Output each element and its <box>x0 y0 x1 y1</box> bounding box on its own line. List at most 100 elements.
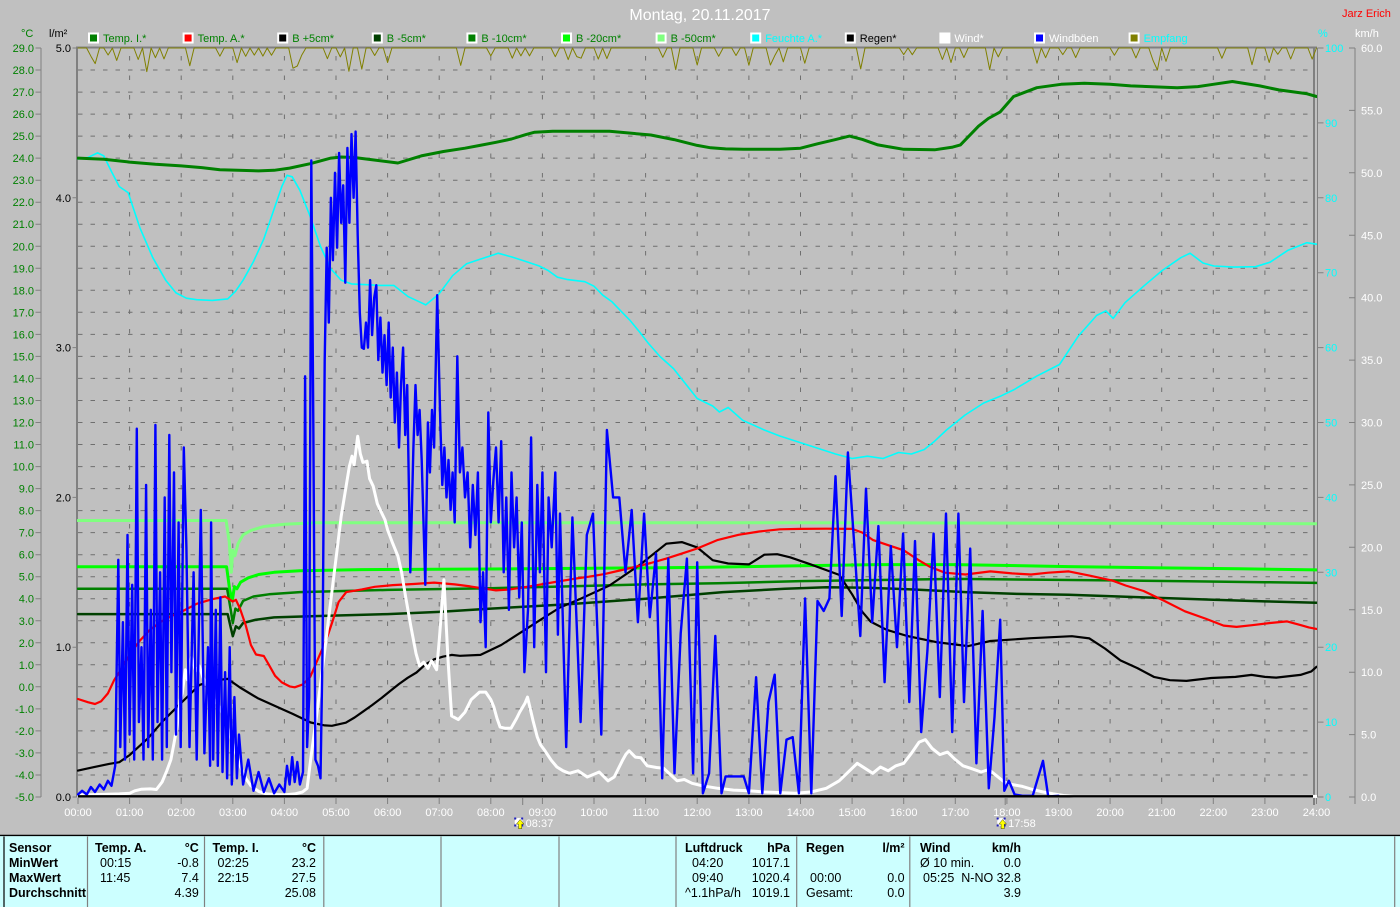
svg-text:8.0: 8.0 <box>19 506 34 518</box>
svg-text:0.0: 0.0 <box>887 871 904 885</box>
svg-text:02:25: 02:25 <box>218 856 249 870</box>
svg-text:13:00: 13:00 <box>735 807 763 819</box>
svg-text:25.08: 25.08 <box>285 886 316 900</box>
svg-text:5.0: 5.0 <box>19 572 34 584</box>
svg-text:04:20: 04:20 <box>692 856 723 870</box>
svg-text:-5.0: -5.0 <box>15 792 34 804</box>
svg-text:22:15: 22:15 <box>218 871 249 885</box>
svg-text:55.0: 55.0 <box>1361 105 1382 117</box>
svg-text:14.0: 14.0 <box>13 373 34 385</box>
svg-text:Regen*: Regen* <box>860 33 897 45</box>
svg-text:Temp. I.*: Temp. I.* <box>103 33 147 45</box>
svg-text:1020.4: 1020.4 <box>752 871 790 885</box>
svg-text:17:58: 17:58 <box>1008 818 1036 830</box>
svg-text:21.0: 21.0 <box>13 219 34 231</box>
svg-text:07:00: 07:00 <box>425 807 453 819</box>
svg-text:1.0: 1.0 <box>56 642 71 654</box>
svg-text:4.0: 4.0 <box>19 594 34 606</box>
svg-text:21:00: 21:00 <box>1148 807 1176 819</box>
svg-text:Sensor: Sensor <box>9 841 52 855</box>
svg-text:Gesamt:: Gesamt: <box>806 886 853 900</box>
svg-text:3.9: 3.9 <box>1004 886 1021 900</box>
svg-text:B +5cm*: B +5cm* <box>292 33 335 45</box>
svg-text:27.0: 27.0 <box>13 87 34 99</box>
svg-text:7.0: 7.0 <box>19 528 34 540</box>
svg-text:22.0: 22.0 <box>13 197 34 209</box>
svg-text:15.0: 15.0 <box>13 351 34 363</box>
svg-text:5.0: 5.0 <box>56 43 71 55</box>
svg-text:Luftdruck: Luftdruck <box>685 841 743 855</box>
svg-text:11.0: 11.0 <box>13 440 34 452</box>
svg-text:-4.0: -4.0 <box>15 770 34 782</box>
svg-text:12:00: 12:00 <box>683 807 711 819</box>
svg-text:6.0: 6.0 <box>19 550 34 562</box>
svg-text:0: 0 <box>1325 792 1331 804</box>
svg-text:20.0: 20.0 <box>1361 542 1382 554</box>
svg-text:Windböen: Windböen <box>1049 33 1099 45</box>
svg-text:9.0: 9.0 <box>19 484 34 496</box>
svg-text:70: 70 <box>1325 268 1337 280</box>
svg-text:24.0: 24.0 <box>13 153 34 165</box>
svg-text:B -5cm*: B -5cm* <box>387 33 427 45</box>
svg-text:20.0: 20.0 <box>13 241 34 253</box>
svg-text:°C: °C <box>302 841 316 855</box>
svg-text:90: 90 <box>1325 118 1337 130</box>
svg-text:3.0: 3.0 <box>56 343 71 355</box>
svg-text:24:00: 24:00 <box>1303 807 1331 819</box>
svg-text:22:00: 22:00 <box>1200 807 1228 819</box>
svg-text:28.0: 28.0 <box>13 65 34 77</box>
svg-text:100: 100 <box>1325 43 1343 55</box>
svg-text:MinWert: MinWert <box>9 856 59 870</box>
svg-text:10:00: 10:00 <box>580 807 608 819</box>
svg-text:1017.1: 1017.1 <box>752 856 790 870</box>
svg-text:^1.1hPa/h: ^1.1hPa/h <box>685 886 741 900</box>
svg-text:0.0: 0.0 <box>1004 856 1021 870</box>
svg-text:25.0: 25.0 <box>13 131 34 143</box>
svg-text:-0.8: -0.8 <box>177 856 199 870</box>
svg-text:B -20cm*: B -20cm* <box>576 33 622 45</box>
svg-text:08:00: 08:00 <box>477 807 505 819</box>
svg-text:l/m²: l/m² <box>49 28 68 40</box>
svg-text:09:40: 09:40 <box>692 871 723 885</box>
svg-text:40.0: 40.0 <box>1361 293 1382 305</box>
svg-text:°C: °C <box>185 841 199 855</box>
svg-text:25.0: 25.0 <box>1361 480 1382 492</box>
svg-text:00:15: 00:15 <box>100 856 131 870</box>
svg-text:-2.0: -2.0 <box>15 726 34 738</box>
svg-text:3.0: 3.0 <box>19 616 34 628</box>
svg-text:11:00: 11:00 <box>632 807 659 819</box>
svg-text:Wind*: Wind* <box>954 33 984 45</box>
svg-text:4.39: 4.39 <box>174 886 198 900</box>
svg-text:Montag, 20.11.2017: Montag, 20.11.2017 <box>629 7 770 24</box>
svg-text:02:00: 02:00 <box>167 807 195 819</box>
svg-text:7.4: 7.4 <box>181 871 198 885</box>
svg-text:17:00: 17:00 <box>942 807 970 819</box>
svg-text:4.0: 4.0 <box>56 193 71 205</box>
svg-text:26.0: 26.0 <box>13 109 34 121</box>
svg-text:10: 10 <box>1325 717 1337 729</box>
svg-text:Jarz Erich: Jarz Erich <box>1342 8 1391 20</box>
svg-text:16.0: 16.0 <box>13 329 34 341</box>
svg-text:00:00: 00:00 <box>64 807 92 819</box>
svg-text:16:00: 16:00 <box>890 807 918 819</box>
svg-text:80: 80 <box>1325 193 1337 205</box>
svg-text:60.0: 60.0 <box>1361 43 1382 55</box>
svg-text:12.0: 12.0 <box>13 418 34 430</box>
svg-text:05:25: 05:25 <box>923 871 954 885</box>
svg-text:45.0: 45.0 <box>1361 230 1382 242</box>
svg-text:1019.1: 1019.1 <box>752 886 790 900</box>
svg-text:0.0: 0.0 <box>56 792 71 804</box>
svg-text:19:00: 19:00 <box>1045 807 1073 819</box>
svg-text:2.0: 2.0 <box>19 638 34 650</box>
svg-text:20: 20 <box>1325 642 1337 654</box>
svg-text:20:00: 20:00 <box>1096 807 1124 819</box>
svg-text:50: 50 <box>1325 418 1337 430</box>
svg-text:27.5: 27.5 <box>292 871 316 885</box>
svg-text:17.0: 17.0 <box>13 307 34 319</box>
svg-text:l/m²: l/m² <box>882 841 904 855</box>
svg-text:06:00: 06:00 <box>374 807 402 819</box>
svg-text:10.0: 10.0 <box>1361 667 1382 679</box>
svg-text:15.0: 15.0 <box>1361 605 1382 617</box>
svg-text:30: 30 <box>1325 567 1337 579</box>
svg-text:Temp. I.: Temp. I. <box>213 841 259 855</box>
